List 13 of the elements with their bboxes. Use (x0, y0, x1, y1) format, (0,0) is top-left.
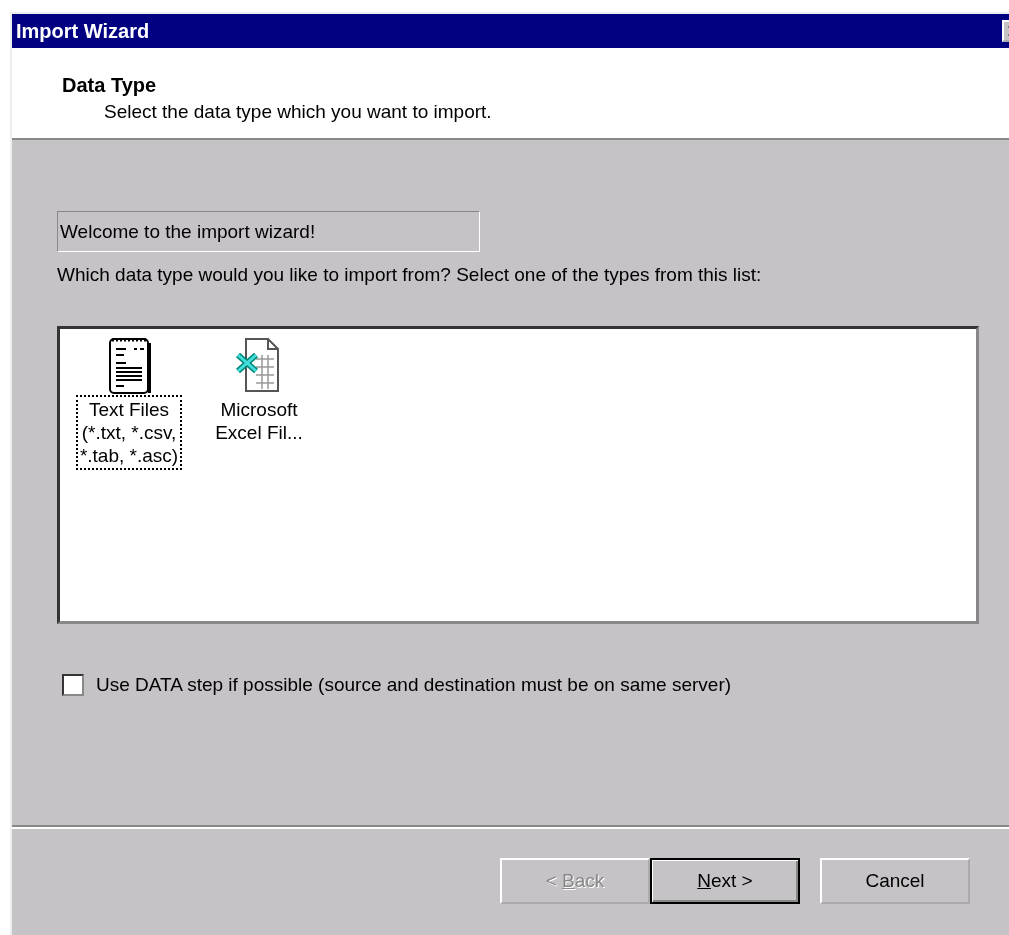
checkbox-label: Use DATA step if possible (source and destination must be on same server) (96, 674, 732, 696)
step-description: Select the data type which you want to import. (104, 101, 493, 123)
type-list-item[interactable]: Text Files (*.txt, *.csv, *.tab, *.asc) (74, 335, 184, 470)
message-field: Welcome to the import wizard! (57, 211, 480, 252)
wizard-button[interactable]: Next > (650, 858, 800, 904)
type-list-item[interactable]: Microsoft Excel Fil... (204, 335, 314, 447)
wizard-button[interactable]: Cancel (820, 858, 970, 904)
checkbox[interactable] (62, 674, 84, 696)
type-label: Text Files (*.txt, *.csv, *.tab, *.asc) (75, 395, 183, 470)
type-label: Microsoft Excel Fil... (214, 398, 304, 445)
instruction-text: Which data type would you like to import from? Select one of the types from this list: (57, 264, 763, 286)
window-title: Import Wizard (16, 19, 150, 43)
step-title: Data Type (62, 74, 158, 97)
